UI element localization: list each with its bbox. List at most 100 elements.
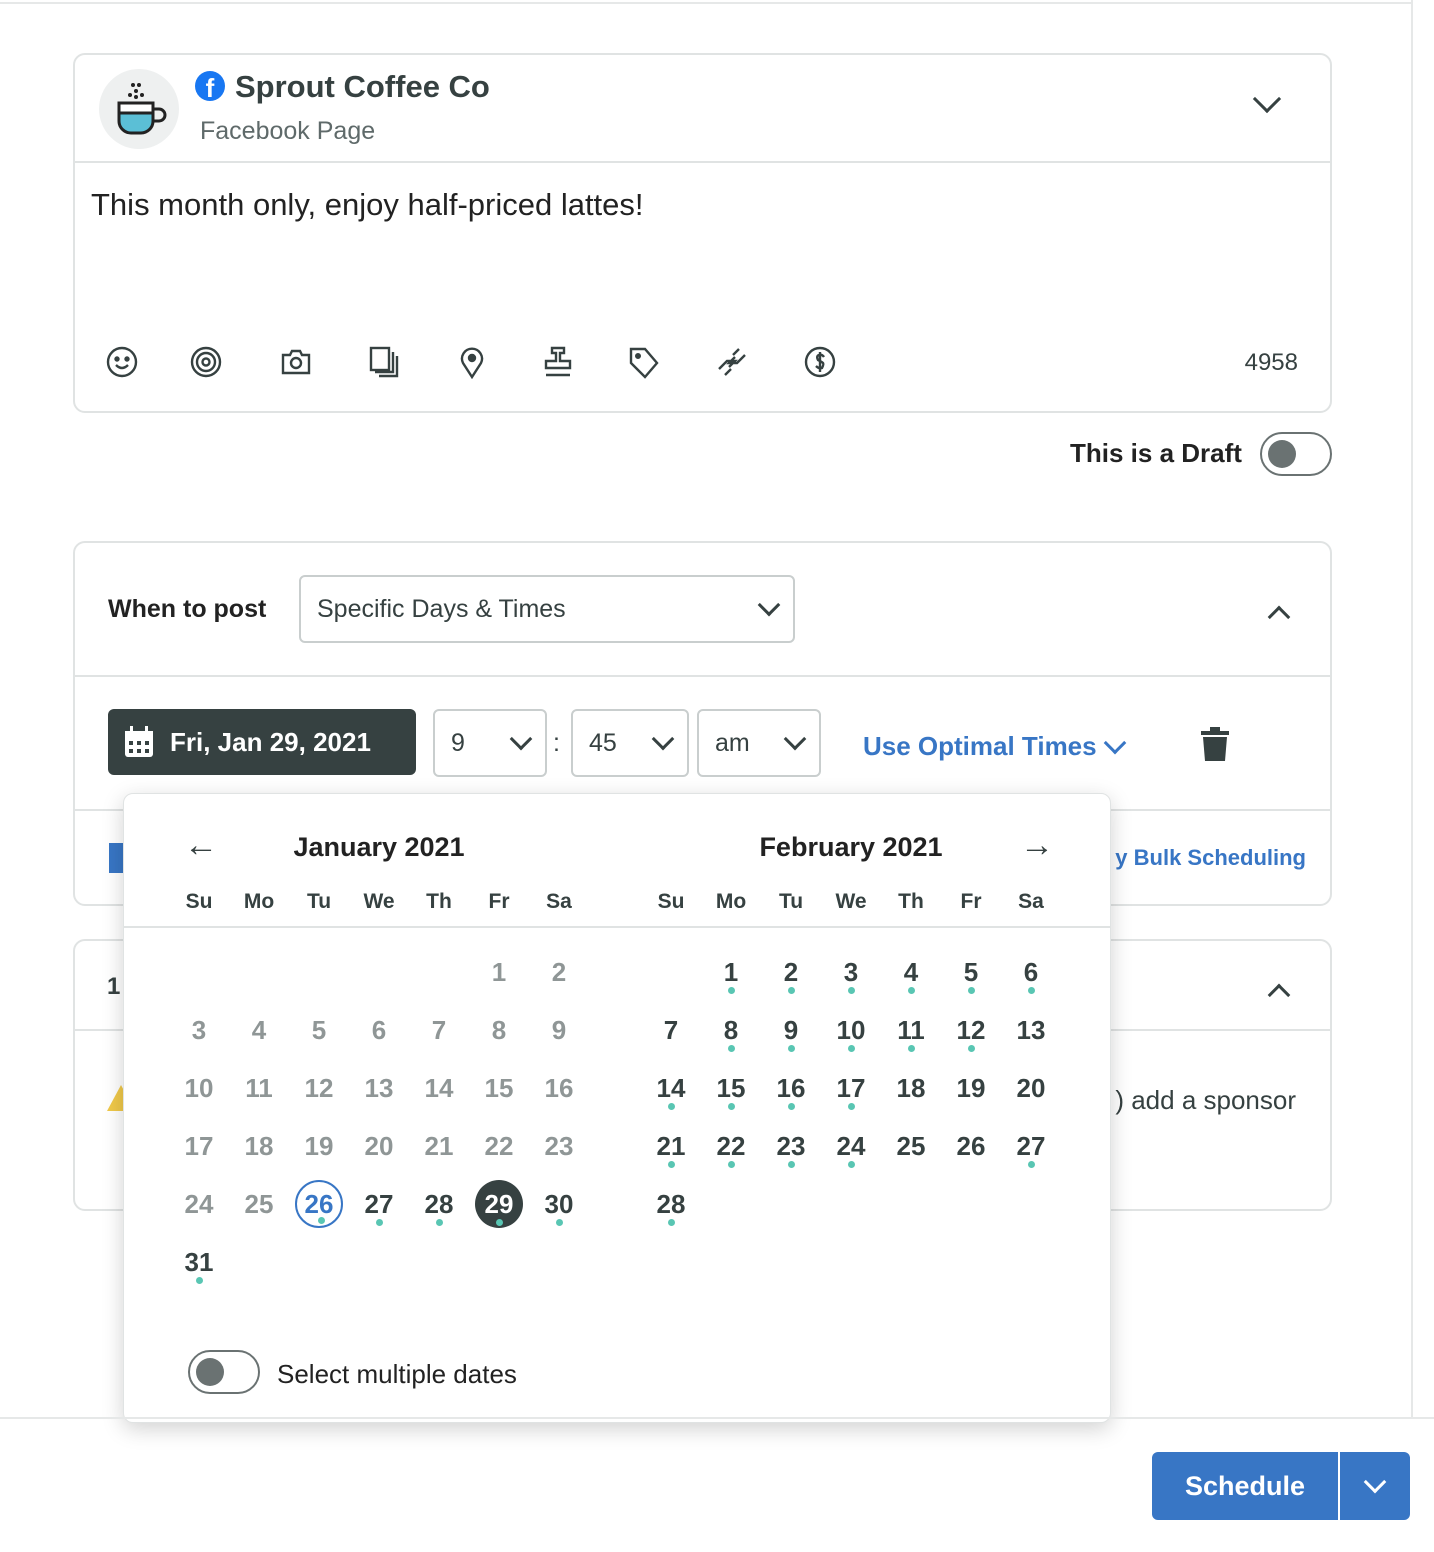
calendar-day: 5 <box>311 1014 327 1045</box>
calendar-day[interactable]: 23 <box>767 1122 815 1170</box>
scheduled-indicator <box>668 1161 675 1168</box>
calendar-day[interactable]: 1 <box>707 948 755 996</box>
calendar-day[interactable]: 24 <box>827 1122 875 1170</box>
schedule-options-button[interactable] <box>1340 1452 1410 1520</box>
scheduled-indicator <box>848 987 855 994</box>
calendar-day[interactable]: 27 <box>1007 1122 1055 1170</box>
profile-name: Sprout Coffee Co <box>235 69 490 104</box>
chevron-down-icon <box>1103 731 1126 754</box>
scrollbar-track[interactable] <box>1411 0 1413 1418</box>
profile-dropdown-chevron-icon[interactable] <box>1252 84 1282 114</box>
trash-icon[interactable] <box>1201 727 1229 766</box>
calendar-day[interactable]: 10 <box>827 1006 875 1054</box>
calendar-day: 20 <box>364 1130 394 1161</box>
scheduled-indicator <box>496 1219 503 1226</box>
toggle-knob <box>1268 440 1296 468</box>
collapse-chevron-up-icon[interactable] <box>1267 601 1291 629</box>
weekday-label: Th <box>426 890 452 913</box>
emoji-icon[interactable] <box>105 345 139 384</box>
calendar-day: 23 <box>544 1130 574 1161</box>
weekday-label: Tu <box>778 890 804 913</box>
collapse-chevron-up-icon[interactable] <box>1267 979 1291 1007</box>
calendar-day[interactable]: 31 <box>175 1238 223 1286</box>
when-to-post-select[interactable]: Specific Days & Times <box>299 575 795 643</box>
minute-value: 45 <box>589 728 617 757</box>
use-optimal-times-link[interactable]: Use Optimal Times <box>863 731 1126 762</box>
scheduled-indicator <box>908 1045 915 1052</box>
weekday-label: Sa <box>546 890 572 913</box>
calendar-day[interactable]: 8 <box>707 1006 755 1054</box>
hour-select[interactable]: 9 <box>433 709 547 777</box>
chevron-down-icon <box>1363 1470 1387 1494</box>
stamp-icon[interactable] <box>541 345 575 384</box>
calendar-day: 11 <box>245 1072 273 1103</box>
dollar-icon[interactable] <box>803 345 837 384</box>
scheduled-indicator <box>788 987 795 994</box>
calendar-day[interactable]: 20 <box>1007 1064 1055 1112</box>
calendar-day-selected[interactable]: 29 <box>475 1180 523 1228</box>
hour-value: 9 <box>451 728 465 757</box>
calendar-day[interactable]: 27 <box>355 1180 403 1228</box>
date-picker-popup: ← → Select multiple dates January 2021 Su… <box>123 793 1111 1423</box>
calendar-day[interactable]: 28 <box>647 1180 695 1228</box>
location-icon[interactable] <box>455 345 489 384</box>
time-separator: : <box>553 729 560 757</box>
calendar-day: 6 <box>371 1014 387 1045</box>
calendar-day[interactable]: 9 <box>767 1006 815 1054</box>
when-to-post-label: When to post <box>108 595 267 623</box>
gallery-icon[interactable] <box>367 345 401 384</box>
calendar-day[interactable]: 14 <box>647 1064 695 1112</box>
ampm-select[interactable]: am <box>697 709 821 777</box>
calendar-day[interactable]: 16 <box>767 1064 815 1112</box>
calendar-day: 12 <box>304 1072 334 1103</box>
calendar-day[interactable]: 5 <box>947 948 995 996</box>
calendar-day[interactable]: 3 <box>827 948 875 996</box>
calendar-day: 1 <box>491 956 507 987</box>
calendar-day: 15 <box>484 1072 514 1103</box>
divider <box>75 161 1330 163</box>
calendar-day-today[interactable]: 26 <box>295 1180 343 1228</box>
scheduled-indicator <box>788 1161 795 1168</box>
target-icon[interactable] <box>189 345 223 384</box>
scheduled-indicator <box>318 1217 325 1224</box>
calendar-day[interactable]: 6 <box>1007 948 1055 996</box>
calendar-day[interactable]: 26 <box>947 1122 995 1170</box>
calendar-day[interactable]: 4 <box>887 948 935 996</box>
bulk-scheduling-link[interactable]: y Bulk Scheduling <box>1115 845 1306 871</box>
handshake-icon[interactable] <box>715 345 749 384</box>
post-text-area[interactable]: This month only, enjoy half-priced latte… <box>91 187 644 223</box>
calendar-day[interactable]: 19 <box>947 1064 995 1112</box>
calendar-day[interactable]: 21 <box>647 1122 695 1170</box>
calendar-day: 24 <box>184 1188 214 1219</box>
minute-select[interactable]: 45 <box>571 709 689 777</box>
profile-type: Facebook Page <box>200 117 376 145</box>
calendar-day[interactable]: 30 <box>535 1180 583 1228</box>
next-month-arrow-icon[interactable]: → <box>1020 828 1054 862</box>
draft-toggle[interactable] <box>1260 432 1332 476</box>
calendar-day[interactable]: 22 <box>707 1122 755 1170</box>
camera-icon[interactable] <box>279 345 313 384</box>
calendar-day: 18 <box>244 1130 274 1161</box>
calendar-day[interactable]: 13 <box>1007 1006 1055 1054</box>
weekday-label: Su <box>185 890 213 913</box>
calendar-day[interactable]: 12 <box>947 1006 995 1054</box>
calendar-day[interactable]: 18 <box>887 1064 935 1112</box>
calendar-day[interactable]: 7 <box>647 1006 695 1054</box>
scheduled-indicator <box>788 1103 795 1110</box>
calendar-day: 10 <box>184 1072 214 1103</box>
calendar-day[interactable]: 2 <box>767 948 815 996</box>
calendar-day[interactable]: 11 <box>887 1006 935 1054</box>
calendar-day[interactable]: 15 <box>707 1064 755 1112</box>
date-picker-button[interactable]: Fri, Jan 29, 2021 <box>108 709 416 775</box>
calendar-day: 25 <box>244 1188 274 1219</box>
calendar-day: 19 <box>304 1130 334 1161</box>
calendar-day[interactable]: 25 <box>887 1122 935 1170</box>
calendar-day[interactable]: 17 <box>827 1064 875 1112</box>
calendar-day[interactable]: 28 <box>415 1180 463 1228</box>
tag-icon[interactable] <box>627 345 661 384</box>
schedule-button[interactable]: Schedule <box>1152 1452 1340 1520</box>
select-multiple-dates-toggle[interactable] <box>188 1350 260 1394</box>
prev-month-arrow-icon[interactable]: ← <box>184 828 218 862</box>
calendar-day: 9 <box>551 1014 567 1045</box>
calendar-day: 22 <box>484 1130 514 1161</box>
